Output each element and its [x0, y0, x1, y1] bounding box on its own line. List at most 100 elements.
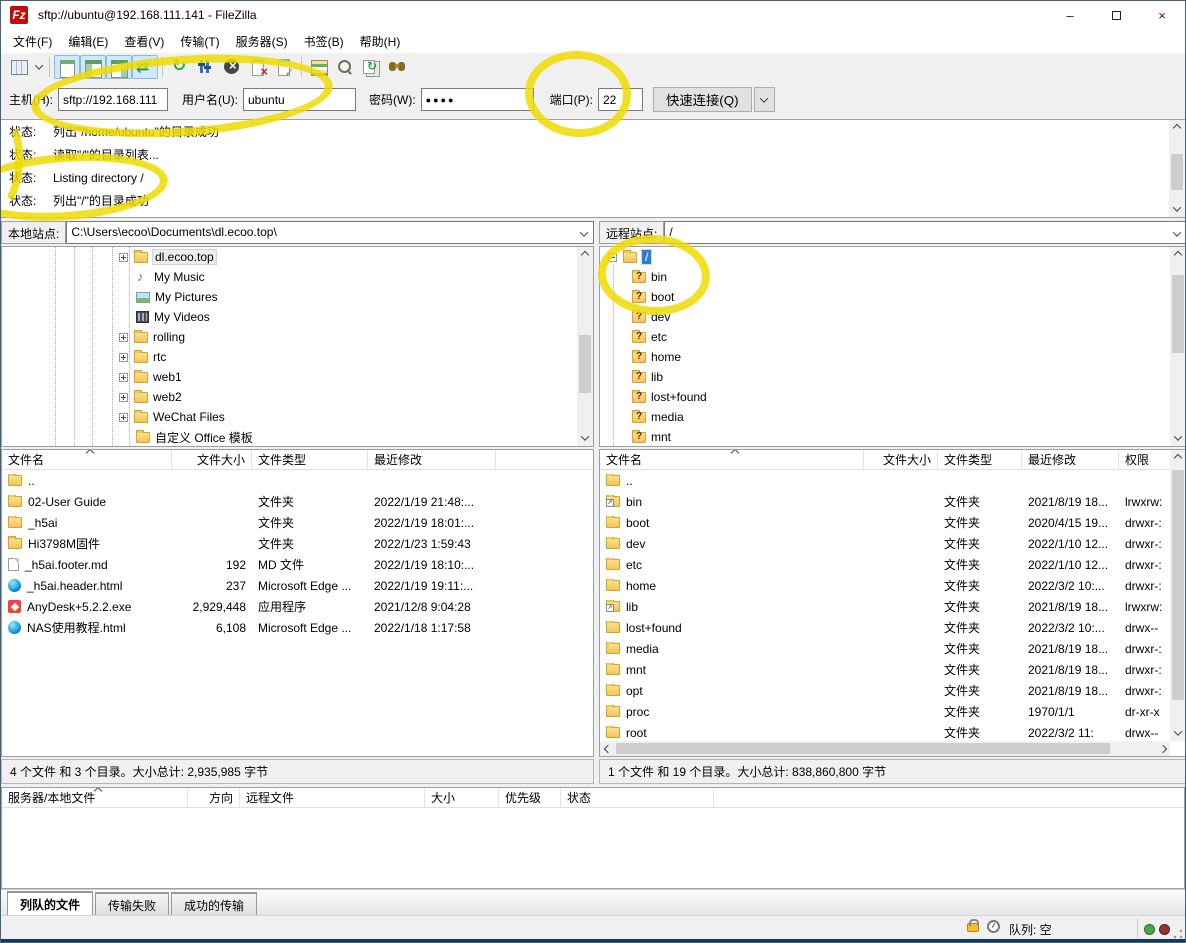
remote-tree-item-home[interactable]: home [600, 347, 1186, 367]
file-row-NAS使用教程.html[interactable]: NAS使用教程.html6,108Microsoft Edge ...2022/… [2, 617, 593, 638]
scrollbar-thumb[interactable] [1171, 154, 1183, 190]
resize-grip[interactable] [1173, 929, 1183, 939]
find-files-button[interactable] [384, 55, 410, 79]
file-row-..[interactable]: .. [600, 470, 1186, 491]
remote-tree-item-lost+found[interactable]: lost+found [600, 387, 1186, 407]
file-row-_h5ai.footer.md[interactable]: _h5ai.footer.md192MD 文件2022/1/19 18:10:.… [2, 554, 593, 575]
site-manager-button[interactable] [6, 55, 32, 79]
column-header-权限[interactable]: 权限 [1119, 450, 1171, 469]
file-row-root[interactable]: root文件夹2022/3/2 11:drwx-- [600, 722, 1186, 743]
file-row-_h5ai[interactable]: _h5ai文件夹2022/1/19 18:01:... [2, 512, 593, 533]
local-tree-item-dl.ecoo.top[interactable]: dl.ecoo.top [2, 247, 593, 267]
cancel-button[interactable] [219, 55, 245, 79]
site-manager-dropdown-button[interactable] [32, 55, 45, 79]
expander-plus-icon[interactable] [119, 413, 128, 422]
column-header-方向[interactable]: 方向 [188, 788, 240, 807]
quickconnect-dropdown-button[interactable] [754, 87, 775, 112]
local-tree-item-web2[interactable]: web2 [2, 387, 593, 407]
file-row-media[interactable]: media文件夹2021/8/19 18...drwxr-: [600, 638, 1186, 659]
remote-tree-item-mnt[interactable]: mnt [600, 427, 1186, 447]
remote-list-vscrollbar[interactable] [1170, 450, 1186, 741]
column-header-远程文件[interactable]: 远程文件 [240, 788, 425, 807]
menu-item-3[interactable]: 传输(T) [172, 30, 227, 53]
column-header-文件名[interactable]: 文件名 [2, 450, 172, 469]
column-header-文件类型[interactable]: 文件类型 [252, 450, 368, 469]
synchronized-browsing-button[interactable] [358, 55, 384, 79]
remote-tree-item-root[interactable]: / [600, 247, 1186, 267]
local-tree-item-WeChat Files[interactable]: WeChat Files [2, 407, 593, 427]
column-header-最近修改[interactable]: 最近修改 [1022, 450, 1119, 469]
toggle-message-log-button[interactable] [54, 55, 80, 79]
scrollbar-thumb[interactable] [1172, 470, 1184, 700]
column-header-优先级[interactable]: 优先级 [499, 788, 561, 807]
menu-item-0[interactable]: 文件(F) [5, 30, 60, 53]
refresh-button[interactable] [167, 55, 193, 79]
close-button[interactable]: × [1139, 1, 1185, 29]
remote-tree-item-boot[interactable]: boot [600, 287, 1186, 307]
toggle-queue-button[interactable] [132, 55, 158, 79]
column-header-文件大小[interactable]: 文件大小 [172, 450, 252, 469]
local-tree-item-rtc[interactable]: rtc [2, 347, 593, 367]
file-row-etc[interactable]: etc文件夹2022/1/10 12...drwxr-: [600, 554, 1186, 575]
toggle-remote-tree-button[interactable] [106, 55, 132, 79]
password-input[interactable] [421, 88, 534, 111]
menu-item-5[interactable]: 书签(B) [296, 30, 352, 53]
remote-tree-item-lib[interactable]: lib [600, 367, 1186, 387]
scrollbar-thumb[interactable] [616, 743, 1110, 754]
file-row-dev[interactable]: dev文件夹2022/1/10 12...drwxr-: [600, 533, 1186, 554]
column-header-文件类型[interactable]: 文件类型 [938, 450, 1022, 469]
process-queue-button[interactable] [193, 55, 219, 79]
tab-列队的文件[interactable]: 列队的文件 [7, 891, 93, 917]
expander-plus-icon[interactable] [119, 373, 128, 382]
reconnect-button[interactable] [271, 55, 297, 79]
remote-path-combobox[interactable]: / [664, 221, 1186, 244]
menu-item-6[interactable]: 帮助(H) [352, 30, 409, 53]
menu-item-4[interactable]: 服务器(S) [228, 30, 296, 53]
file-row-_h5ai.header.html[interactable]: _h5ai.header.html237Microsoft Edge ...20… [2, 575, 593, 596]
remote-list-hscrollbar[interactable] [600, 741, 1170, 756]
file-row-lib[interactable]: lib文件夹2021/8/19 18...lrwxrw: [600, 596, 1186, 617]
remote-tree-item-dev[interactable]: dev [600, 307, 1186, 327]
file-row-02-User Guide[interactable]: 02-User Guide文件夹2022/1/19 21:48:... [2, 491, 593, 512]
port-input[interactable] [598, 88, 643, 111]
file-row-Hi3798M固件[interactable]: Hi3798M固件文件夹2022/1/23 1:59:43 [2, 533, 593, 554]
remote-tree-item-media[interactable]: media [600, 407, 1186, 427]
username-input[interactable] [243, 88, 356, 111]
menu-item-1[interactable]: 编辑(E) [60, 30, 116, 53]
column-header-最近修改[interactable]: 最近修改 [368, 450, 496, 469]
expander-plus-icon[interactable] [119, 353, 128, 362]
local-tree-item-rolling[interactable]: rolling [2, 327, 593, 347]
file-row-boot[interactable]: boot文件夹2020/4/15 19...drwxr-: [600, 512, 1186, 533]
speed-limit-icon[interactable] [987, 920, 1000, 933]
expander-plus-icon[interactable] [119, 253, 128, 262]
column-header-文件大小[interactable]: 文件大小 [864, 450, 938, 469]
local-tree-item-My Music[interactable]: My Music [2, 267, 593, 287]
file-row-bin[interactable]: bin文件夹2021/8/19 18...lrwxrw: [600, 491, 1186, 512]
remote-tree-item-bin[interactable]: bin [600, 267, 1186, 287]
local-tree-item-My Pictures[interactable]: My Pictures [2, 287, 593, 307]
menu-item-2[interactable]: 查看(V) [116, 30, 172, 53]
file-row-mnt[interactable]: mnt文件夹2021/8/19 18...drwxr-: [600, 659, 1186, 680]
column-header-服务器/本地文件[interactable]: 服务器/本地文件 [2, 788, 188, 807]
local-path-combobox[interactable]: C:\Users\ecoo\Documents\dl.ecoo.top\ [66, 221, 594, 244]
file-row-home[interactable]: home文件夹2022/3/2 10:...drwxr-: [600, 575, 1186, 596]
column-header-大小[interactable]: 大小 [425, 788, 499, 807]
file-row-lost+found[interactable]: lost+found文件夹2022/3/2 10:...drwx-- [600, 617, 1186, 638]
expander-minus-icon[interactable] [608, 253, 617, 262]
filter-button[interactable] [332, 55, 358, 79]
remote-tree-item-etc[interactable]: etc [600, 327, 1186, 347]
local-tree-item-自定义 Office 模板[interactable]: 自定义 Office 模板 [2, 427, 593, 447]
maximize-button[interactable] [1093, 1, 1139, 29]
file-row-..[interactable]: .. [2, 470, 593, 491]
disconnect-button[interactable] [245, 55, 271, 79]
local-tree-item-My Videos[interactable]: My Videos [2, 307, 593, 327]
expander-plus-icon[interactable] [119, 333, 128, 342]
message-log-scrollbar[interactable] [1169, 120, 1185, 217]
toggle-local-tree-button[interactable] [80, 55, 106, 79]
file-row-opt[interactable]: opt文件夹2021/8/19 18...drwxr-: [600, 680, 1186, 701]
file-row-AnyDesk+5.2.2.exe[interactable]: AnyDesk+5.2.2.exe2,929,448应用程序2021/12/8 … [2, 596, 593, 617]
column-header-状态[interactable]: 状态 [561, 788, 714, 807]
file-row-proc[interactable]: proc文件夹1970/1/1dr-xr-x [600, 701, 1186, 722]
host-input[interactable] [58, 88, 168, 111]
local-tree-item-web1[interactable]: web1 [2, 367, 593, 387]
